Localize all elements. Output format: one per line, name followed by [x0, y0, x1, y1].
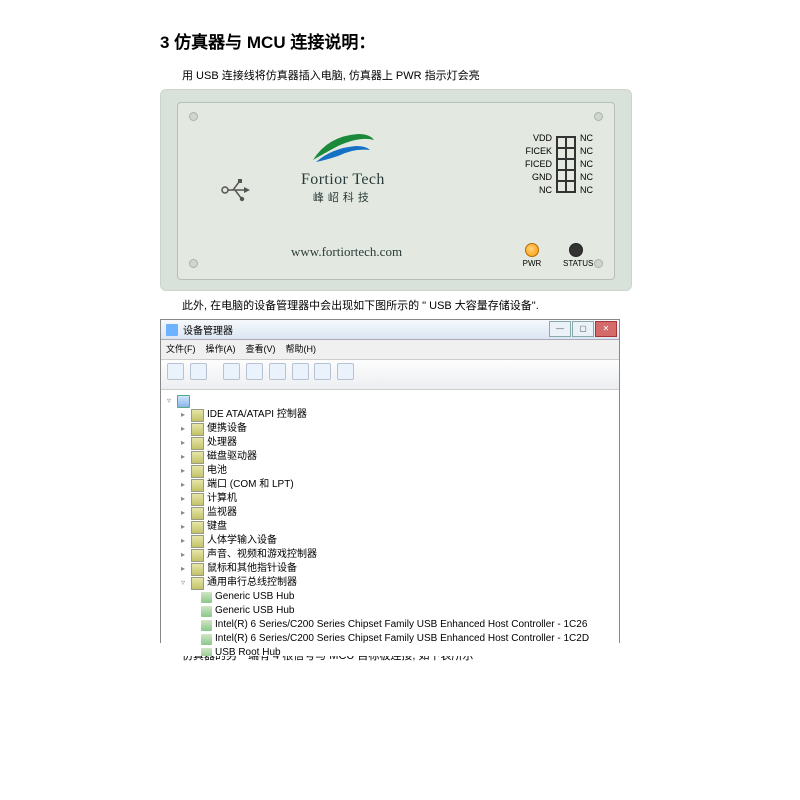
- brand-name-en: Fortior Tech: [301, 171, 385, 189]
- emulator-photo: Fortior Tech 峰岹科技 www.fortiortech.com VD…: [160, 89, 632, 291]
- tree-item[interactable]: ▸便携设备: [167, 422, 613, 436]
- tree-subitem[interactable]: Generic USB Hub: [167, 604, 613, 618]
- tree-subitem[interactable]: Intel(R) 6 Series/C200 Series Chipset Fa…: [167, 632, 613, 646]
- menu-item[interactable]: 帮助(H): [286, 344, 317, 354]
- paragraph-1: 用 USB 连接线将仿真器插入电脑, 仿真器上 PWR 指示灯会亮: [160, 67, 640, 83]
- device-manager-window: 设备管理器 — ▢ ✕ 文件(F) 操作(A) 查看(V) 帮助(H) ▿▸IDE A…: [160, 319, 620, 643]
- menu-item[interactable]: 查看(V): [246, 344, 276, 354]
- tree-subitem[interactable]: Intel(R) 6 Series/C200 Series Chipset Fa…: [167, 618, 613, 632]
- maximize-button[interactable]: ▢: [572, 321, 594, 337]
- back-icon[interactable]: [167, 363, 184, 380]
- tree-item[interactable]: ▸端口 (COM 和 LPT): [167, 478, 613, 492]
- toolbar[interactable]: [161, 360, 619, 390]
- tree-item[interactable]: ▸监视器: [167, 506, 613, 520]
- tree-item[interactable]: ▸IDE ATA/ATAPI 控制器: [167, 408, 613, 422]
- device-tree[interactable]: ▿▸IDE ATA/ATAPI 控制器▸便携设备▸处理器▸磁盘驱动器▸电池▸端口…: [161, 390, 619, 656]
- tree-subitem[interactable]: Generic USB Hub: [167, 590, 613, 604]
- tool-icon[interactable]: [246, 363, 263, 380]
- paragraph-2: 此外, 在电脑的设备管理器中会出现如下图所示的 " USB 大容量存储设备".: [160, 297, 640, 313]
- tool-icon[interactable]: [292, 363, 309, 380]
- tree-item[interactable]: ▸人体学输入设备: [167, 534, 613, 548]
- status-led: STATUS: [563, 243, 589, 268]
- close-button[interactable]: ✕: [595, 321, 617, 337]
- pwr-led: PWR: [519, 243, 545, 268]
- tree-item[interactable]: ▸计算机: [167, 492, 613, 506]
- menu-bar[interactable]: 文件(F) 操作(A) 查看(V) 帮助(H): [161, 340, 619, 360]
- menu-item[interactable]: 操作(A): [206, 344, 236, 354]
- tool-icon[interactable]: [337, 363, 354, 380]
- menu-item[interactable]: 文件(F): [166, 344, 196, 354]
- window-title: 设备管理器: [183, 322, 233, 337]
- minimize-button[interactable]: —: [549, 321, 571, 337]
- tool-icon[interactable]: [269, 363, 286, 380]
- window-titlebar: 设备管理器 — ▢ ✕: [161, 320, 619, 340]
- tree-item[interactable]: ▸键盘: [167, 520, 613, 534]
- app-icon: [166, 324, 178, 336]
- fortior-logo-icon: [308, 126, 378, 166]
- tool-icon[interactable]: [223, 363, 240, 380]
- fwd-icon[interactable]: [190, 363, 207, 380]
- tree-item[interactable]: ▸处理器: [167, 436, 613, 450]
- tree-root[interactable]: ▿: [167, 394, 613, 408]
- tree-item[interactable]: ▸声音、视频和游戏控制器: [167, 548, 613, 562]
- tree-item[interactable]: ▸磁盘驱动器: [167, 450, 613, 464]
- tree-subitem[interactable]: USB Root Hub: [167, 646, 613, 656]
- tool-icon[interactable]: [314, 363, 331, 380]
- tree-item[interactable]: ▸电池: [167, 464, 613, 478]
- section-heading: 3 仿真器与 MCU 连接说明：: [160, 28, 640, 53]
- tree-item[interactable]: ▿通用串行总线控制器: [167, 576, 613, 590]
- usb-icon: [221, 172, 251, 215]
- pin-header: VDDFICEKFICEDGNDNC NCNCNCNCNC: [525, 132, 593, 197]
- brand-name-cn: 峰岹科技: [301, 189, 385, 205]
- tree-item[interactable]: ▸鼠标和其他指针设备: [167, 562, 613, 576]
- brand-url: www.fortiortech.com: [291, 244, 402, 260]
